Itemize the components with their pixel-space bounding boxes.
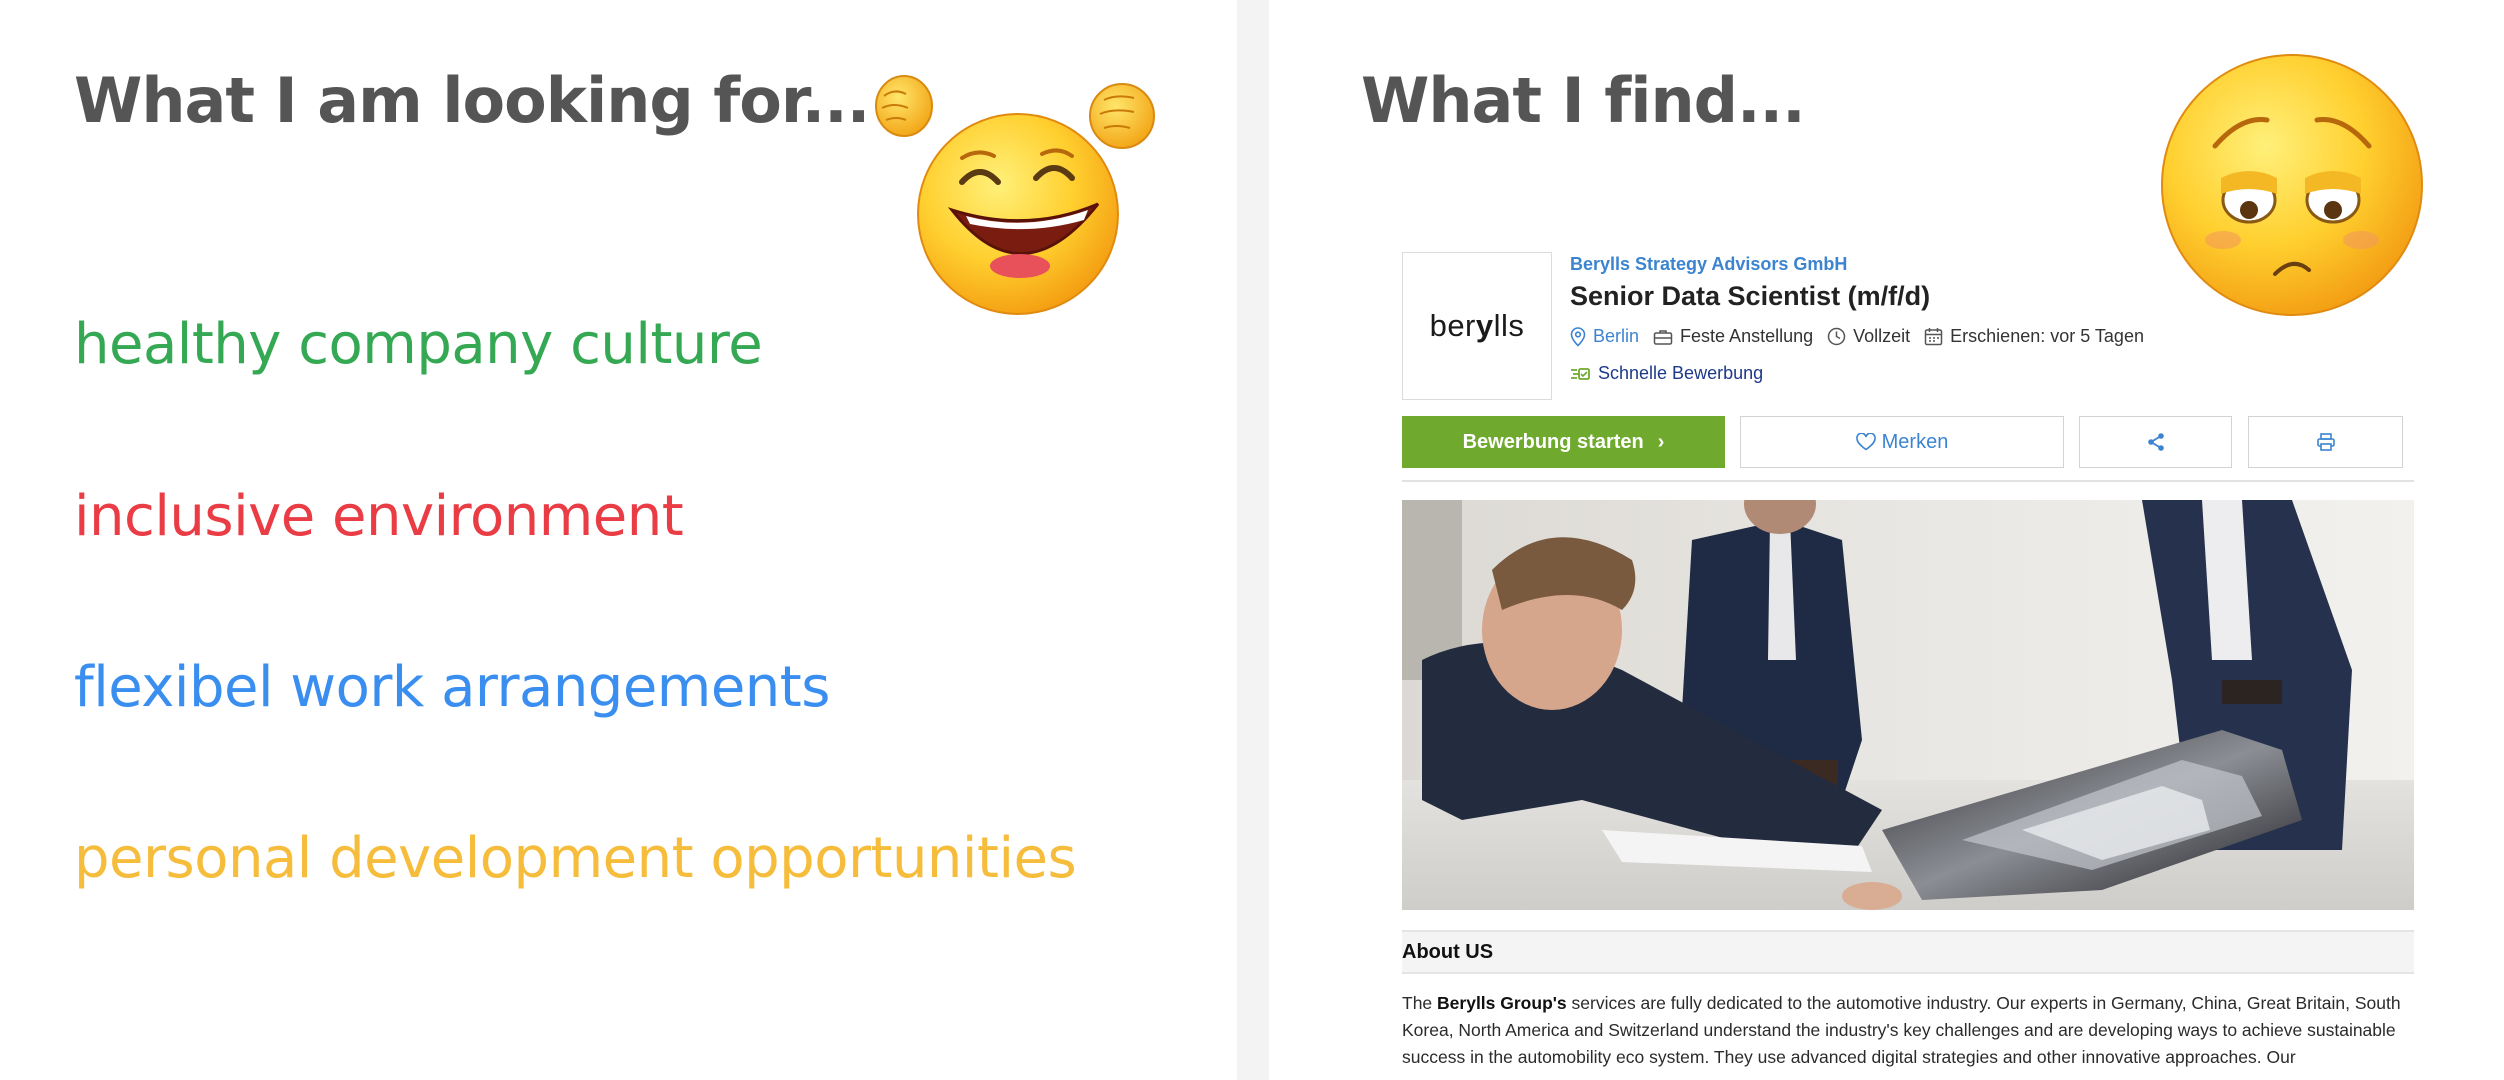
print-icon [2316, 433, 2335, 451]
briefcase-icon [1653, 329, 1673, 345]
job-location-label: Berlin [1593, 326, 1640, 346]
apply-button[interactable]: Bewerbung starten › [1402, 416, 1725, 468]
left-fist-icon [875, 75, 933, 137]
quick-apply-badge: Schnelle Bewerbung [1570, 363, 2410, 384]
clock-icon [1827, 327, 1846, 346]
save-button[interactable]: Merken [1740, 416, 2064, 468]
job-facts: Berlin Feste Anstellung Vollzeit Erschie… [1570, 326, 2410, 347]
job-hours-label: Vollzeit [1853, 326, 1911, 346]
calendar-icon [1924, 328, 1943, 346]
quick-apply-label: Schnelle Bewerbung [1598, 363, 1764, 383]
about-text: The Berylls Group's services are fully d… [1402, 993, 2401, 1067]
wish-item: personal development opportunities [74, 826, 1077, 891]
panel-divider [1237, 0, 1269, 1080]
job-hours: Vollzeit [1827, 326, 1910, 347]
job-posted: Erschienen: vor 5 Tagen [1924, 326, 2144, 347]
wish-item: healthy company culture [74, 312, 763, 377]
right-panel: What I find... berylls Berylls Strategy … [1269, 0, 2504, 1080]
about-title: About US [1402, 940, 1494, 963]
wish-item: inclusive environment [74, 484, 684, 549]
job-meta: Berylls Strategy Advisors GmbH Senior Da… [1570, 254, 2410, 384]
apply-button-label: Bewerbung starten [1462, 430, 1644, 453]
heart-icon [1855, 433, 1876, 451]
left-heading: What I am looking for... [74, 64, 870, 137]
company-logo[interactable]: berylls [1402, 252, 1552, 400]
share-button[interactable] [2079, 416, 2232, 468]
wish-item: flexibel work arrangements [74, 655, 830, 720]
right-fist-icon [1089, 83, 1155, 149]
save-button-label: Merken [1881, 430, 1949, 453]
job-location[interactable]: Berlin [1570, 326, 1639, 347]
job-posted-label: Erschienen: vor 5 Tagen [1950, 326, 2144, 346]
right-heading: What I find... [1361, 64, 1806, 137]
job-employment: Feste Anstellung [1653, 326, 1813, 347]
left-panel: What I am looking for... healthy company… [0, 0, 1237, 1080]
company-name-bold: Berylls Group's [1437, 993, 1567, 1013]
job-header-photo [1402, 500, 2414, 910]
share-icon [2147, 433, 2164, 451]
print-button[interactable] [2248, 416, 2403, 468]
company-link[interactable]: Berylls Strategy Advisors GmbH [1570, 254, 2410, 275]
fast-apply-icon [1571, 367, 1590, 380]
chevron-right-icon: › [1657, 430, 1665, 453]
cheering-laughing-emoji [875, 75, 1155, 315]
company-logo-wordmark: berylls [1429, 308, 1525, 343]
job-employment-label: Feste Anstellung [1680, 326, 1814, 346]
job-actions: Bewerbung starten › Merken [1402, 416, 2403, 468]
job-title[interactable]: Senior Data Scientist (m/f/d) [1570, 281, 2410, 312]
divider-line [1402, 480, 2414, 482]
location-pin-icon [1570, 326, 1586, 347]
about-section-header: About US [1402, 930, 2414, 974]
